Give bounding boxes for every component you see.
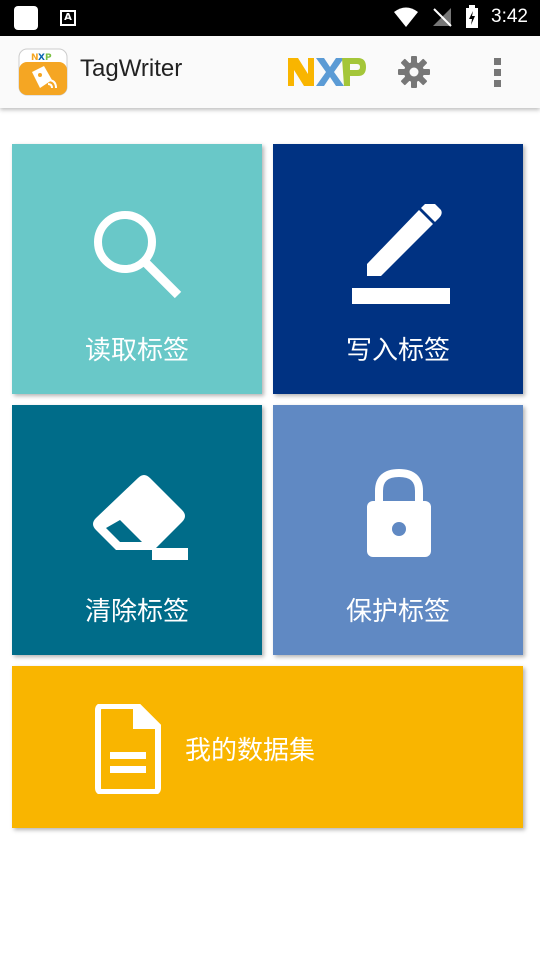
wifi-icon <box>394 7 419 27</box>
erase-tag-label: 清除标签 <box>84 597 189 627</box>
write-tag-label: 写入标签 <box>345 336 450 366</box>
read-tag-tile[interactable]: 读取标签 <box>12 144 262 394</box>
protect-tag-label: 保护标签 <box>345 597 450 627</box>
app-bar: N X P TagWriter <box>0 36 540 108</box>
font-notification-icon: A <box>60 10 76 26</box>
app-title: TagWriter <box>80 55 183 82</box>
protect-tag-tile[interactable]: 保护标签 <box>273 405 523 655</box>
lock-icon <box>367 469 431 557</box>
svg-text:P: P <box>45 53 52 63</box>
erase-tag-tile[interactable]: 清除标签 <box>12 405 262 655</box>
nxp-logo <box>288 58 366 86</box>
no-signal-icon <box>433 8 452 27</box>
tagwriter-app-icon: N X P <box>18 48 68 96</box>
read-tag-label: 读取标签 <box>84 336 189 366</box>
battery-charging-icon <box>466 5 479 28</box>
write-tag-tile[interactable]: 写入标签 <box>273 144 523 394</box>
my-datasets-label: 我的数据集 <box>185 736 316 766</box>
status-bar: A 3:42 <box>0 0 540 36</box>
notification-app-icon <box>14 6 38 30</box>
document-icon <box>95 704 161 794</box>
pencil-icon <box>367 204 442 276</box>
my-datasets-tile[interactable]: 我的数据集 <box>12 666 523 828</box>
gear-icon[interactable] <box>396 54 432 90</box>
svg-text:X: X <box>38 53 45 63</box>
overflow-menu-icon[interactable] <box>486 54 510 90</box>
clock: 3:42 <box>491 6 528 27</box>
search-icon <box>94 211 182 299</box>
eraser-icon <box>93 475 188 560</box>
